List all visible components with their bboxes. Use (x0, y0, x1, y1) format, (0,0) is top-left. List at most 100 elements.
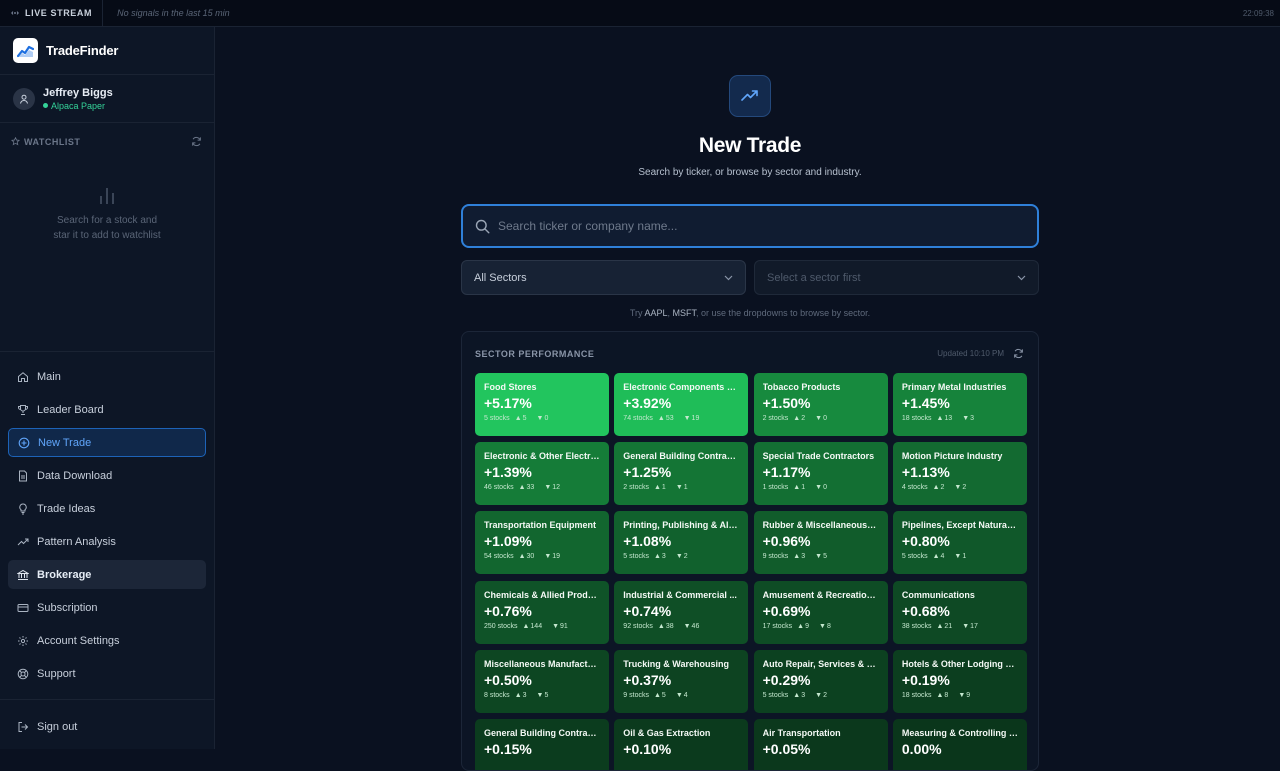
up-arrow-icon: ▲ (793, 484, 801, 492)
hint-ticker-msft[interactable]: MSFT (673, 308, 697, 318)
down-arrow-icon: ▼ (683, 415, 691, 422)
refresh-icon[interactable] (1013, 348, 1024, 359)
sector-name: Communications (901, 589, 975, 600)
sector-tile[interactable]: Printing, Publishing & Alli... +1.08% 5 st… (614, 511, 749, 575)
sector-stock-count: 74 stocks (623, 415, 653, 422)
sector-tile[interactable]: Primary Metal Industries +1.45% 18 stocks ▲… (892, 373, 1027, 436)
sector-change: +0.15% (484, 741, 532, 757)
sector-tile[interactable]: Communications +0.68% 38 stocks ▲21 ▼17 (892, 580, 1027, 644)
search-input[interactable] (498, 219, 998, 233)
sector-performance-panel: SECTOR PERFORMANCE Updated 10:10 PM Food… (461, 331, 1039, 771)
sector-change: +0.68% (901, 602, 950, 619)
sector-tile[interactable]: Hotels & Other Lodging Pl... +0.19% 18 sto… (892, 649, 1027, 713)
down-arrow-icon: ▼ (962, 415, 970, 422)
brand[interactable]: TradeFinder (0, 27, 214, 75)
sector-meta: 1 stocks ▲1 ▼0 (763, 484, 879, 491)
sector-tile[interactable]: Measuring & Controlling I... 0.00% (892, 719, 1027, 770)
sector-decliners: ▼0 (815, 415, 832, 422)
sector-meta: 5 stocks ▲4 ▼1 (902, 553, 1018, 560)
sector-tile[interactable]: Air Transportation +0.05% (753, 719, 888, 770)
down-arrow-icon: ▼ (815, 484, 823, 492)
sector-name: Chemicals & Allied Products (484, 589, 600, 600)
sector-decliners: ▼0 (537, 415, 554, 422)
sector-name: Electronic Components & ... (623, 382, 740, 392)
nav-label: New Trade (38, 436, 92, 449)
nav-label: Trade Ideas (37, 502, 96, 515)
sector-name: Hotels & Other Lodging Pl... (901, 658, 1018, 669)
nav-item-main[interactable]: Main (8, 362, 206, 391)
sector-advancers: ▲13 (936, 415, 957, 422)
sector-advancers: ▲2 (933, 484, 950, 491)
logo-icon (13, 38, 38, 63)
advancers-count: 38 (665, 622, 674, 630)
decliners-count: 46 (691, 622, 700, 630)
sector-tile[interactable]: Special Trade Contractors +1.17% 1 stocks ▲… (753, 442, 888, 506)
sector-change: +0.76% (484, 602, 532, 619)
sector-tile[interactable]: Industrial & Commercial ... +0.74% 92 stoc… (614, 580, 749, 644)
nav-item-subscription[interactable]: Subscription (8, 593, 206, 622)
industry-select[interactable]: Select a sector first (754, 260, 1039, 295)
down-arrow-icon: ▼ (819, 622, 826, 630)
hint-ticker-aapl[interactable]: AAPL (645, 308, 668, 318)
sign-out-button[interactable]: Sign out (8, 712, 206, 741)
decliners-count: 2 (962, 484, 967, 492)
sector-tile[interactable]: Chemicals & Allied Products +0.76% 250 sto… (475, 580, 609, 644)
sector-advancers: ▲30 (519, 553, 540, 560)
sector-stock-count: 9 stocks (623, 691, 649, 699)
sector-advancers: ▲3 (793, 692, 810, 699)
sector-advancers: ▲8 (936, 692, 953, 699)
sector-tile[interactable]: Auto Repair, Services & Pa... +0.29% 5 sto… (753, 649, 888, 713)
sector-select-value: All Sectors (474, 271, 527, 284)
sector-tile[interactable]: Transportation Equipment +1.09% 54 stocks ▲… (475, 511, 609, 575)
refresh-icon[interactable] (191, 136, 202, 147)
sector-change: +3.92% (623, 395, 672, 411)
sector-advancers: ▲5 (654, 692, 671, 699)
nav-item-support[interactable]: Support (8, 659, 206, 688)
advancers-count: 9 (805, 622, 810, 630)
sector-tile[interactable]: Tobacco Products +1.50% 2 stocks ▲2 ▼0 (753, 373, 888, 436)
nav-item-brokerage[interactable]: Brokerage (8, 560, 206, 589)
sector-tile[interactable]: Electronic Components & ... +3.92% 74 stoc… (614, 373, 749, 436)
gear-icon (18, 635, 28, 646)
panel-updated: Updated 10:10 PM (937, 348, 1024, 359)
advancers-count: 30 (526, 553, 535, 561)
down-arrow-icon: ▼ (815, 415, 823, 422)
nav-item-trade-ideas[interactable]: Trade Ideas (8, 494, 206, 523)
decliners-count: 0 (823, 415, 827, 422)
nav-item-data-download[interactable]: Data Download (8, 461, 206, 490)
decliners-count: 2 (683, 553, 688, 561)
advancers-count: 13 (944, 415, 953, 422)
sector-advancers: ▲21 (936, 623, 957, 630)
live-stream-bar: LIVE STREAM No signals in the last 15 mi… (0, 0, 1280, 27)
sector-tile[interactable]: Electronic & Other Electric... +1.39% 46 s… (475, 442, 609, 506)
sector-tile[interactable]: General Building Contract... +0.15% (475, 719, 609, 770)
sector-tile[interactable]: Amusement & Recreation ... +0.69% 17 stock… (753, 580, 888, 644)
sector-select[interactable]: All Sectors (461, 260, 746, 295)
decliners-count: 19 (552, 553, 561, 561)
sector-tile[interactable]: General Building Contract... +1.25% 2 stoc… (614, 442, 749, 506)
up-arrow-icon: ▲ (653, 691, 661, 699)
sector-tile[interactable]: Trucking & Warehousing +0.37% 9 stocks ▲5 ▼4 (614, 649, 749, 713)
sector-tile[interactable]: Miscellaneous Manufactur... +0.50% 8 stock… (475, 649, 609, 713)
sector-tile[interactable]: Food Stores +5.17% 5 stocks ▲5 ▼0 (475, 373, 609, 436)
down-arrow-icon: ▼ (536, 691, 544, 699)
sector-decliners: ▼2 (815, 692, 832, 699)
sector-tile[interactable]: Rubber & Miscellaneous P... +0.96% 9 stock… (753, 511, 888, 575)
sector-tile[interactable]: Pipelines, Except Natural ... +0.80% 5 sto… (892, 511, 1027, 575)
up-arrow-icon: ▲ (936, 415, 944, 422)
sector-name: Miscellaneous Manufactur... (484, 658, 600, 669)
nav-item-pattern-analysis[interactable]: Pattern Analysis (8, 527, 206, 556)
nav-item-leader-board[interactable]: Leader Board (8, 395, 206, 424)
sector-meta: 250 stocks ▲144 ▼91 (484, 623, 600, 630)
sector-tile[interactable]: Oil & Gas Extraction +0.10% (614, 719, 749, 770)
trophy-icon (18, 404, 28, 415)
nav-label: Main (37, 370, 61, 383)
sector-advancers: ▲4 (933, 553, 950, 560)
user-profile[interactable]: Jeffrey Biggs Alpaca Paper (0, 75, 214, 123)
nav-item-new-trade[interactable]: New Trade (8, 428, 206, 457)
sector-meta: 74 stocks ▲53 ▼19 (623, 415, 739, 422)
nav-item-account-settings[interactable]: Account Settings (8, 626, 206, 655)
sector-tile[interactable]: Motion Picture Industry +1.13% 4 stocks ▲2 ▼… (892, 442, 1027, 506)
sector-change: +1.45% (901, 395, 950, 411)
live-stream-indicator[interactable]: LIVE STREAM (0, 0, 104, 26)
